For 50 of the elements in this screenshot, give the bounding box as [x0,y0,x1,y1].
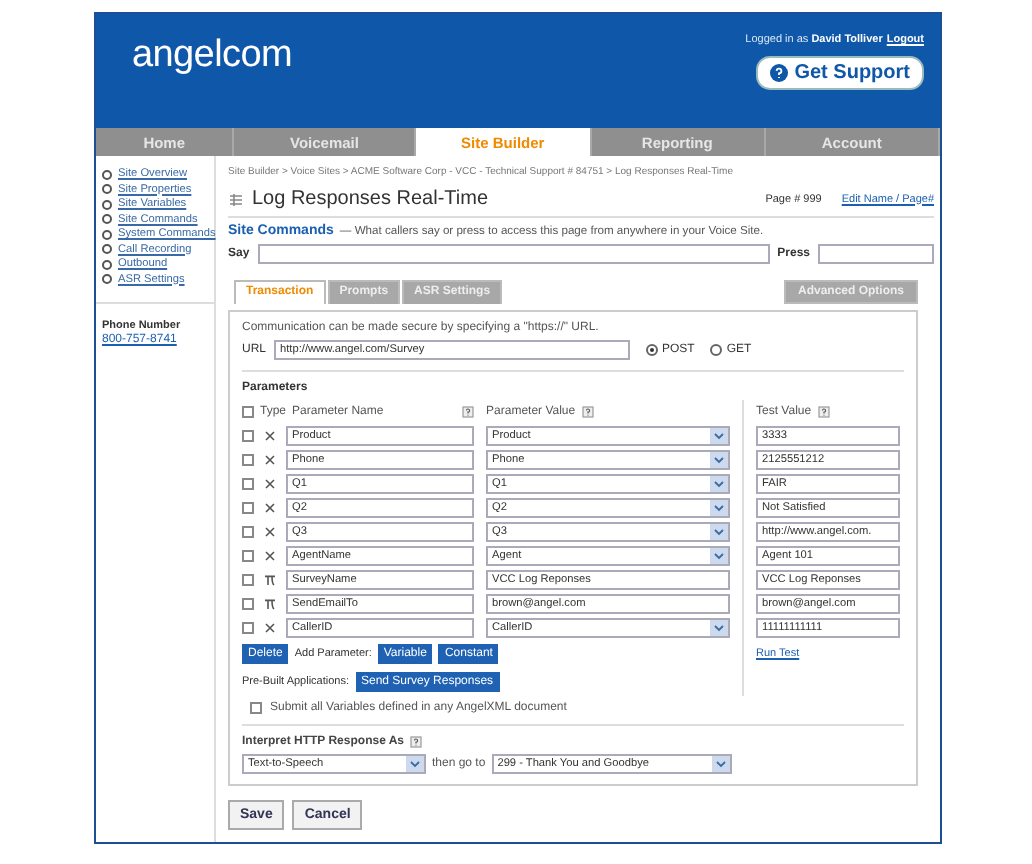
caret-icon [714,624,725,632]
bullet-icon [102,184,112,194]
bullet-icon [102,169,112,179]
checkbox[interactable] [242,502,254,514]
x-icon [264,550,276,562]
press-field[interactable] [818,244,935,264]
checkbox[interactable] [242,574,254,586]
page-icon [228,191,244,207]
checkbox[interactable] [242,430,254,442]
x-icon [264,622,276,634]
checkbox[interactable] [242,550,254,562]
x-icon [264,526,276,538]
pi-icon [264,574,276,586]
x-icon [264,454,276,466]
caret-icon [714,432,725,440]
x-icon [264,478,276,490]
caret-icon [714,480,725,488]
caret-icon [410,760,420,768]
bullet-icon [102,259,112,269]
bullet-icon [102,199,112,209]
caret-icon [714,528,725,536]
checkbox[interactable] [242,622,254,634]
caret-icon [714,552,725,560]
help-icon [581,406,594,418]
radio-button[interactable] [710,344,723,356]
checkbox[interactable] [242,406,254,418]
get-support-button[interactable]: Get Support [756,56,924,90]
pi-icon [264,598,276,610]
checkbox[interactable] [242,478,254,490]
help-icon [770,64,789,82]
radio-button[interactable] [646,344,659,356]
x-icon [264,430,276,442]
bullet-icon [102,274,112,284]
caret-icon [714,504,725,512]
x-icon [264,502,276,514]
checkbox[interactable] [242,598,254,610]
checkbox[interactable] [242,454,254,466]
page-title: Log Responses Real-Time [252,188,491,210]
help-icon [817,406,830,418]
help-icon [462,406,475,418]
bullet-icon [102,214,112,224]
say-field[interactable] [257,244,770,264]
checkbox[interactable] [250,702,262,714]
help-icon [410,736,423,748]
angelcom-logo: angelcom [132,34,292,80]
bullet-icon [102,229,112,239]
caret-icon [714,456,725,464]
caret-icon [715,760,726,768]
checkbox[interactable] [242,526,254,538]
bullet-icon [102,244,112,254]
